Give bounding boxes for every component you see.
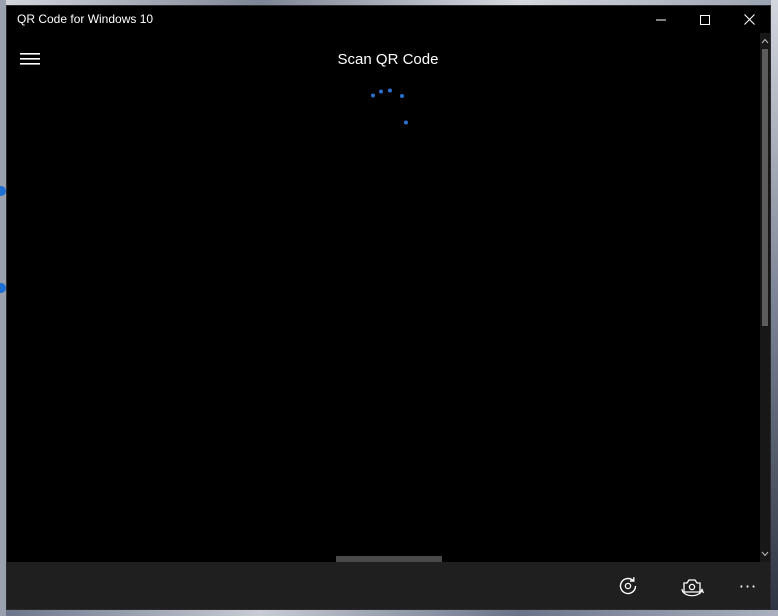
app-header: Scan QR Code bbox=[7, 33, 770, 87]
chevron-down-icon bbox=[761, 551, 769, 557]
desktop-bottom-edge bbox=[0, 610, 778, 616]
scrollbar-thumb[interactable] bbox=[762, 49, 768, 326]
app-window: QR Code for Windows 10 Scan QR Code ··· bbox=[6, 5, 771, 610]
command-bar: ··· bbox=[7, 562, 770, 609]
rotate-camera-button[interactable] bbox=[604, 562, 652, 609]
desktop-right-edge bbox=[771, 0, 778, 616]
minimize-button[interactable] bbox=[639, 6, 683, 33]
minimize-icon bbox=[656, 19, 666, 20]
page-title: Scan QR Code bbox=[337, 51, 439, 68]
rotate-camera-icon bbox=[619, 577, 637, 595]
more-options-button[interactable]: ··· bbox=[724, 562, 770, 609]
close-icon bbox=[743, 14, 755, 25]
switch-camera-icon bbox=[681, 579, 704, 597]
chevron-up-icon bbox=[761, 38, 769, 44]
title-bar[interactable]: QR Code for Windows 10 bbox=[7, 6, 770, 33]
more-icon: ··· bbox=[738, 576, 758, 596]
maximize-icon bbox=[700, 14, 710, 25]
close-button[interactable] bbox=[727, 6, 770, 33]
switch-camera-button[interactable] bbox=[668, 562, 716, 609]
window-title: QR Code for Windows 10 bbox=[17, 12, 154, 26]
vertical-scrollbar[interactable] bbox=[760, 33, 770, 562]
scroll-up-button[interactable] bbox=[760, 35, 770, 47]
camera-preview-area[interactable] bbox=[7, 87, 760, 562]
progress-ring-icon bbox=[371, 88, 408, 125]
maximize-button[interactable] bbox=[683, 6, 727, 33]
scroll-down-button[interactable] bbox=[760, 548, 770, 560]
